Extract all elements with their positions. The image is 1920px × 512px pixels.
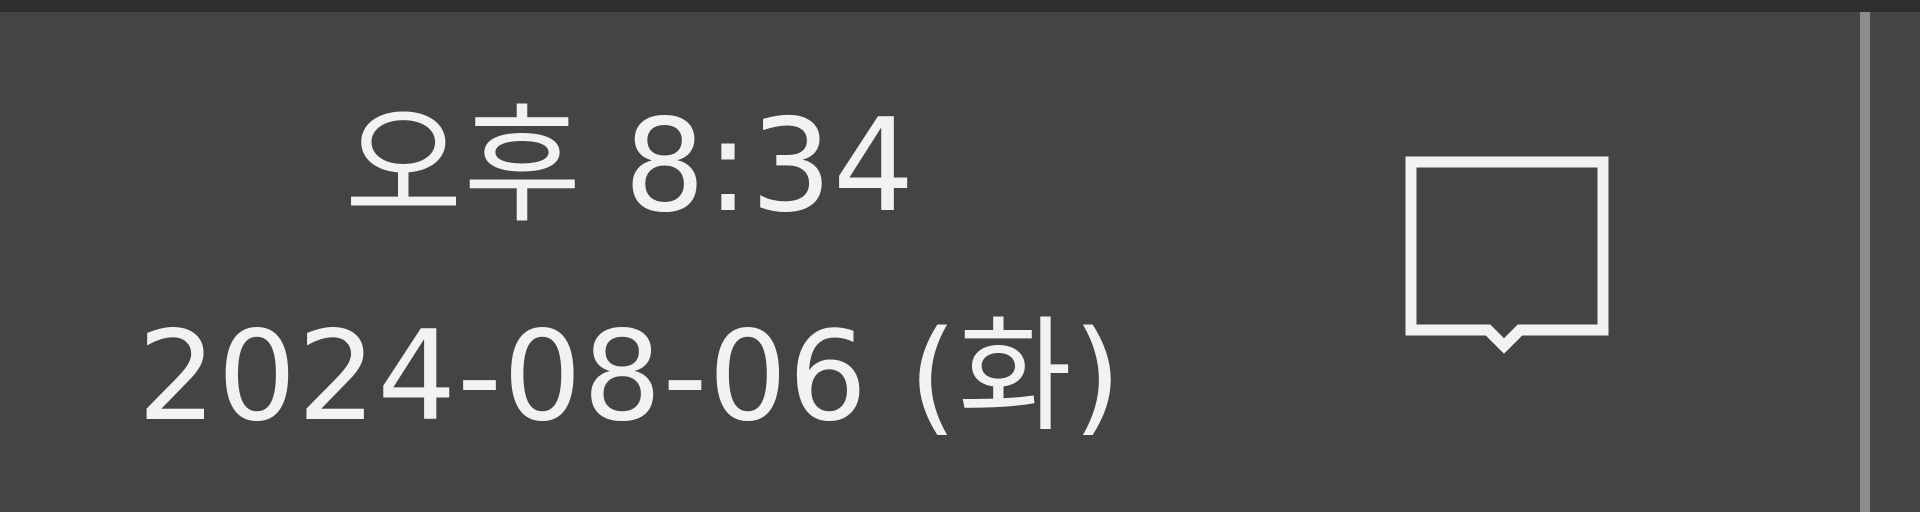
notification-center-icon: [1405, 156, 1609, 354]
taskbar-top-border: [0, 0, 1920, 12]
notification-center-button[interactable]: [1375, 110, 1640, 390]
taskbar-clock[interactable]: 오후 8:34 2024-08-06 (화): [70, 40, 1190, 480]
clock-date: 2024-08-06 (화): [137, 305, 1123, 449]
show-desktop-divider: [1860, 12, 1870, 512]
taskbar: 오후 8:34 2024-08-06 (화): [0, 0, 1920, 512]
show-desktop-button[interactable]: [1870, 12, 1920, 512]
clock-time: 오후 8:34: [344, 92, 916, 241]
